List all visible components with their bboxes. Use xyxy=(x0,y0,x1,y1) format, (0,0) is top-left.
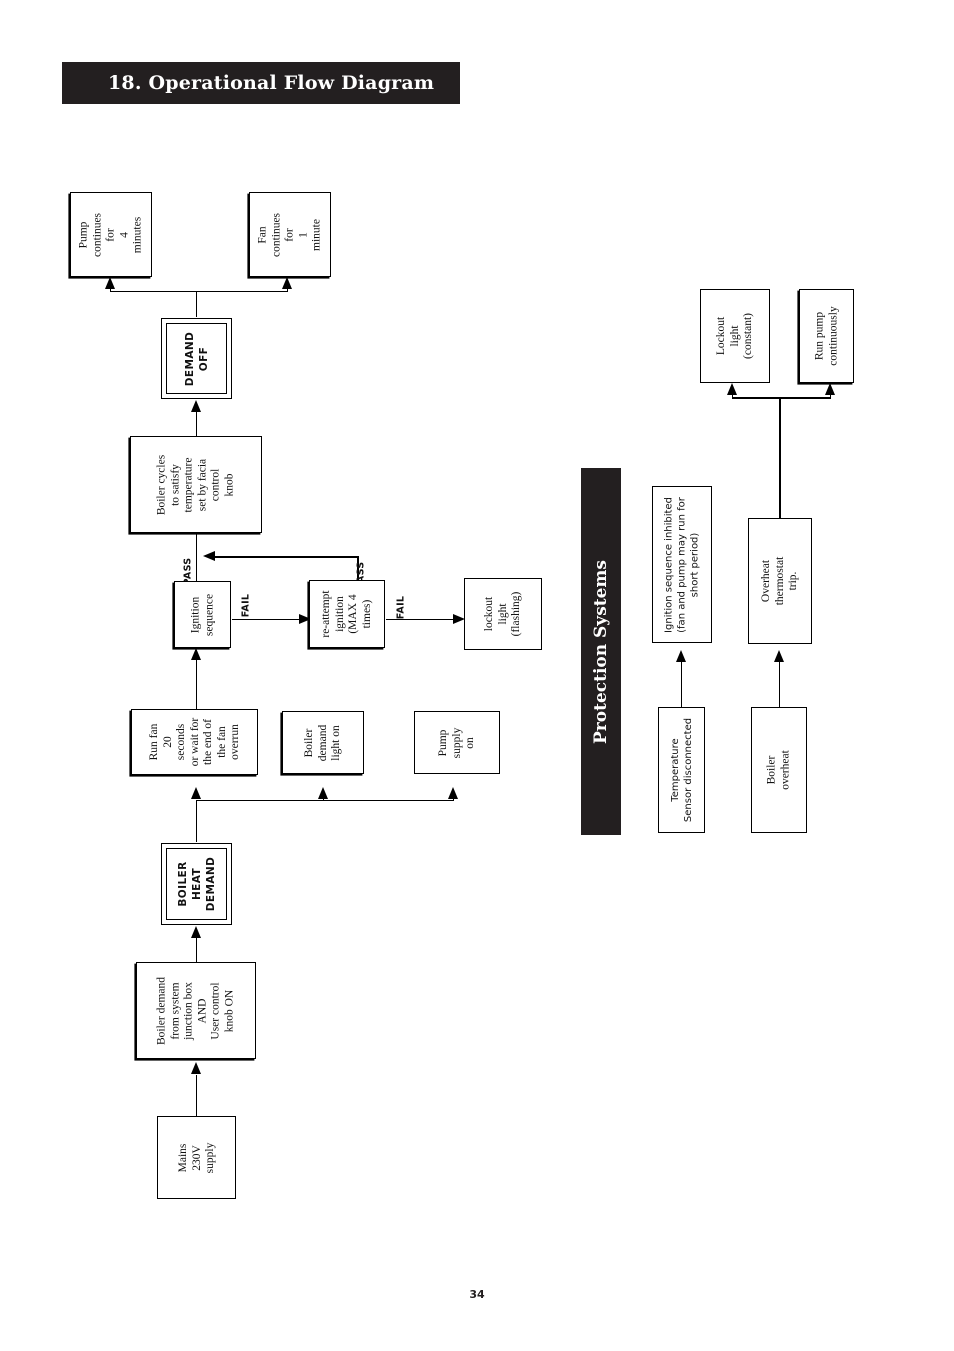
arrow-to-pump-supply xyxy=(448,787,458,799)
protection-systems-banner: Protection Systems xyxy=(581,468,621,835)
prot-box-overheat-trip: Overheat thermostat trip. xyxy=(748,518,812,644)
flow-box-lockout-flashing: lockout light (flashing) xyxy=(464,578,542,650)
connector-tempsensor-to-inhibited xyxy=(681,662,683,707)
page-number: 34 xyxy=(469,1288,485,1301)
flow-box-pump-continues-label: Pump continues for 4 minutes xyxy=(77,212,144,257)
arrow-pass-into-cycles-branch xyxy=(203,551,215,561)
protection-systems-label: Protection Systems xyxy=(591,559,611,744)
flow-box-run-fan: Run fan 20 seconds or wait for the end of the… xyxy=(131,709,258,775)
flow-box-pump-supply-label: Pump supply on xyxy=(436,727,476,758)
flow-box-lockout-flashing-label: lockout light (flashing) xyxy=(482,591,522,637)
arrow-to-boiler-demand-source xyxy=(191,1062,201,1074)
prot-box-temp-sensor-disconnected-label: Temperature Sensor disconnected xyxy=(669,717,694,823)
arrow-to-pump-continues xyxy=(105,277,115,289)
flow-box-mains-supply-label: Mains 230V supply xyxy=(176,1142,216,1173)
flow-box-run-fan-label: Run fan 20 seconds or wait for the end of the… xyxy=(147,717,241,767)
flow-box-fan-continues-label: Fan continues for 1 minute xyxy=(256,212,323,257)
section-header-banner: 18. Operational Flow Diagram xyxy=(62,62,460,104)
flow-box-re-attempt-ignition: re-attempt ignition (MAX 4 times) xyxy=(309,580,385,648)
flow-box-boiler-cycles: Boiler cycles to satisfy temperature set by… xyxy=(130,436,262,533)
connector-mains-to-source xyxy=(196,1075,198,1116)
prot-box-run-pump: Run pump continuously xyxy=(799,289,854,383)
prot-box-boiler-overheat: Boiler overheat xyxy=(751,707,807,833)
prot-box-boiler-overheat-label: Boiler overheat xyxy=(765,750,792,790)
flow-box-boiler-demand-source: Boiler demand from system junction box AND U… xyxy=(136,962,256,1059)
edge-label-fail-to-lockout: FAIL xyxy=(395,595,407,620)
flow-box-boiler-heat-demand-label: BOILER HEAT DEMAND xyxy=(176,856,217,912)
prot-box-ignition-inhibited-label: Ignition sequence inhibited (fan and pump… xyxy=(663,496,701,633)
edge-label-fail-to-reattempt: FAIL xyxy=(240,593,252,618)
flow-box-demand-off: DEMAND OFF xyxy=(161,318,232,399)
arrow-to-boiler-heat-demand xyxy=(191,926,201,938)
flow-box-mains-supply: Mains 230V supply xyxy=(157,1116,236,1199)
page-title: 18. Operational Flow Diagram xyxy=(108,72,435,94)
connector-prot-bar xyxy=(732,397,831,399)
connector-overheat-to-trip xyxy=(779,662,781,707)
prot-box-overheat-trip-label: Overheat thermostat trip. xyxy=(759,556,799,606)
prot-box-lockout-constant-label: Lockout light (constant) xyxy=(714,313,754,359)
arrow-to-ignition-sequence xyxy=(191,648,201,660)
prot-box-ignition-inhibited: Ignition sequence inhibited (fan and pump… xyxy=(652,486,712,643)
flow-box-fan-continues: Fan continues for 1 minute xyxy=(249,192,331,277)
arrow-to-ignition-inhibited xyxy=(676,650,686,662)
flow-box-demand-off-label: DEMAND OFF xyxy=(183,331,210,386)
prot-box-temp-sensor-disconnected: Temperature Sensor disconnected xyxy=(658,707,705,833)
arrow-to-boiler-demand-light xyxy=(318,787,328,799)
arrow-to-run-pump xyxy=(825,383,835,395)
connector-bhd-stem xyxy=(196,801,198,842)
connector-pass-into-cycles xyxy=(196,533,198,581)
connector-runfan-to-ignition xyxy=(196,660,198,709)
connector-prot-stem xyxy=(779,398,781,518)
prot-box-run-pump-label: Run pump continuously xyxy=(813,306,839,366)
connector-demandoff-bar xyxy=(110,291,287,293)
flow-box-ignition-sequence-label: Ignition sequence xyxy=(189,593,215,636)
flow-box-boiler-demand-light-label: Boiler demand light on xyxy=(302,724,342,761)
connector-ignition-to-reattempt xyxy=(232,619,300,621)
flow-box-boiler-demand-light: Boiler demand light on xyxy=(282,711,364,774)
connector-demandoff-stem xyxy=(196,291,198,317)
arrow-to-demand-off xyxy=(191,400,201,412)
flow-box-pump-supply: Pump supply on xyxy=(414,711,500,774)
connector-pass-horizontal xyxy=(208,556,358,558)
flow-box-ignition-sequence: Ignition sequence xyxy=(174,581,231,648)
flow-box-boiler-cycles-label: Boiler cycles to satisfy temperature set by… xyxy=(155,454,236,515)
arrow-to-run-fan xyxy=(191,787,201,799)
connector-cycles-to-demandoff xyxy=(196,412,198,436)
prot-box-lockout-constant: Lockout light (constant) xyxy=(700,289,770,383)
arrow-to-fan-continues xyxy=(282,277,292,289)
flow-box-boiler-heat-demand: BOILER HEAT DEMAND xyxy=(161,843,232,925)
connector-source-to-bhd xyxy=(196,938,198,962)
arrow-to-lockout-constant xyxy=(727,383,737,395)
arrow-to-overheat-trip xyxy=(774,650,784,662)
connector-bhd-bar xyxy=(196,800,453,802)
flow-box-re-attempt-ignition-label: re-attempt ignition (MAX 4 times) xyxy=(320,590,373,638)
flow-box-pump-continues: Pump continues for 4 minutes xyxy=(70,192,152,277)
flow-box-boiler-demand-source-label: Boiler demand from system junction box AND U… xyxy=(155,976,236,1045)
